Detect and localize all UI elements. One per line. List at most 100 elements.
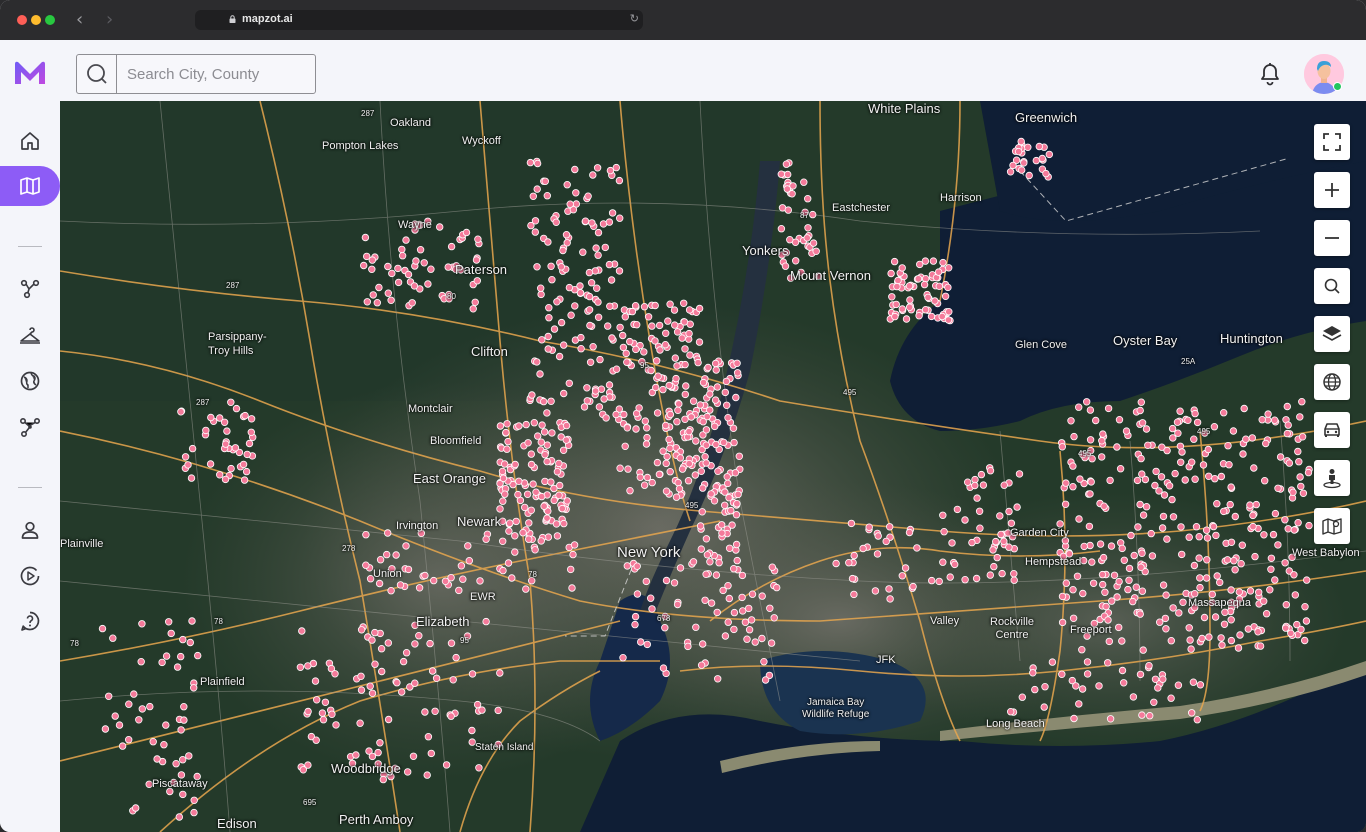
location-marker[interactable] (427, 749, 435, 758)
location-marker[interactable] (592, 244, 600, 252)
location-marker[interactable] (921, 257, 930, 265)
location-marker[interactable] (882, 537, 890, 546)
location-marker[interactable] (640, 348, 648, 356)
location-marker[interactable] (521, 503, 529, 512)
location-marker[interactable] (1242, 435, 1250, 443)
location-marker[interactable] (621, 442, 629, 450)
location-marker[interactable] (544, 332, 552, 341)
location-marker[interactable] (1130, 551, 1138, 560)
location-marker[interactable] (1184, 416, 1192, 424)
location-marker[interactable] (939, 511, 947, 519)
location-marker[interactable] (137, 658, 145, 666)
location-marker[interactable] (402, 649, 411, 657)
location-marker[interactable] (1168, 424, 1177, 433)
location-marker[interactable] (661, 624, 669, 632)
location-marker[interactable] (975, 507, 984, 515)
location-marker[interactable] (745, 626, 754, 634)
location-marker[interactable] (1305, 521, 1313, 530)
location-marker[interactable] (812, 247, 820, 255)
location-marker[interactable] (786, 235, 794, 244)
location-marker[interactable] (1144, 441, 1152, 449)
location-marker[interactable] (689, 558, 698, 566)
location-marker[interactable] (996, 512, 1004, 520)
location-marker[interactable] (745, 604, 753, 613)
location-marker[interactable] (643, 473, 652, 482)
location-marker[interactable] (376, 556, 385, 564)
location-marker[interactable] (378, 667, 386, 676)
location-marker[interactable] (992, 537, 1000, 546)
location-marker[interactable] (701, 453, 709, 461)
location-marker[interactable] (620, 410, 628, 419)
location-marker[interactable] (563, 180, 571, 189)
location-marker[interactable] (455, 586, 463, 595)
location-marker[interactable] (160, 741, 168, 749)
location-marker[interactable] (931, 297, 939, 305)
location-marker[interactable] (619, 654, 627, 662)
location-marker[interactable] (1177, 523, 1185, 531)
location-marker[interactable] (977, 470, 986, 479)
location-marker[interactable] (223, 427, 231, 435)
sidebar-item-home[interactable] (14, 125, 46, 157)
bell-icon[interactable] (1259, 62, 1281, 86)
location-marker[interactable] (402, 542, 410, 550)
location-marker[interactable] (452, 653, 460, 662)
location-marker[interactable] (227, 464, 235, 473)
location-marker[interactable] (357, 626, 366, 634)
location-marker[interactable] (723, 473, 731, 481)
location-marker[interactable] (589, 171, 597, 179)
location-marker[interactable] (687, 413, 695, 421)
location-marker[interactable] (1005, 507, 1013, 516)
location-marker[interactable] (502, 428, 510, 437)
location-marker[interactable] (622, 349, 630, 358)
location-marker[interactable] (678, 334, 686, 342)
location-marker[interactable] (232, 404, 241, 413)
location-marker[interactable] (1058, 618, 1067, 627)
address-bar[interactable]: mapzot.ai ↻ (195, 10, 643, 30)
location-marker[interactable] (890, 257, 899, 266)
location-marker[interactable] (373, 298, 381, 307)
location-marker[interactable] (153, 755, 161, 763)
location-marker[interactable] (501, 490, 509, 498)
location-marker[interactable] (697, 467, 705, 475)
location-marker[interactable] (515, 477, 523, 485)
location-marker[interactable] (1129, 693, 1138, 701)
location-marker[interactable] (1078, 646, 1086, 654)
location-marker[interactable] (571, 165, 579, 174)
location-marker[interactable] (499, 566, 507, 575)
location-marker[interactable] (921, 305, 930, 314)
location-marker[interactable] (368, 256, 376, 264)
location-marker[interactable] (1294, 519, 1302, 527)
location-marker[interactable] (729, 424, 738, 432)
location-marker[interactable] (1168, 495, 1176, 504)
location-marker[interactable] (1290, 526, 1298, 534)
location-marker[interactable] (732, 511, 741, 519)
location-marker[interactable] (738, 571, 747, 580)
location-marker[interactable] (1106, 476, 1114, 485)
location-marker[interactable] (1264, 410, 1272, 418)
location-marker[interactable] (1240, 404, 1248, 413)
location-marker[interactable] (482, 535, 490, 543)
location-marker[interactable] (594, 251, 602, 259)
location-marker[interactable] (1014, 147, 1023, 156)
location-marker[interactable] (1267, 554, 1276, 562)
location-marker[interactable] (1025, 171, 1033, 180)
location-marker[interactable] (130, 690, 138, 698)
location-marker[interactable] (1095, 682, 1103, 690)
sidebar-item-hanger[interactable] (14, 320, 46, 352)
location-marker[interactable] (541, 477, 549, 486)
location-marker[interactable] (929, 257, 938, 265)
location-marker[interactable] (1282, 601, 1290, 609)
location-marker[interactable] (730, 438, 738, 447)
location-marker[interactable] (531, 217, 540, 225)
location-marker[interactable] (939, 558, 947, 566)
location-marker[interactable] (1218, 641, 1226, 649)
location-marker[interactable] (723, 401, 731, 409)
location-marker[interactable] (1198, 634, 1206, 643)
location-marker[interactable] (1212, 531, 1220, 540)
location-marker[interactable] (1293, 620, 1301, 629)
location-marker[interactable] (633, 320, 641, 329)
location-marker[interactable] (733, 359, 741, 367)
location-marker[interactable] (631, 620, 639, 629)
location-marker[interactable] (508, 574, 516, 582)
location-marker[interactable] (986, 571, 994, 579)
